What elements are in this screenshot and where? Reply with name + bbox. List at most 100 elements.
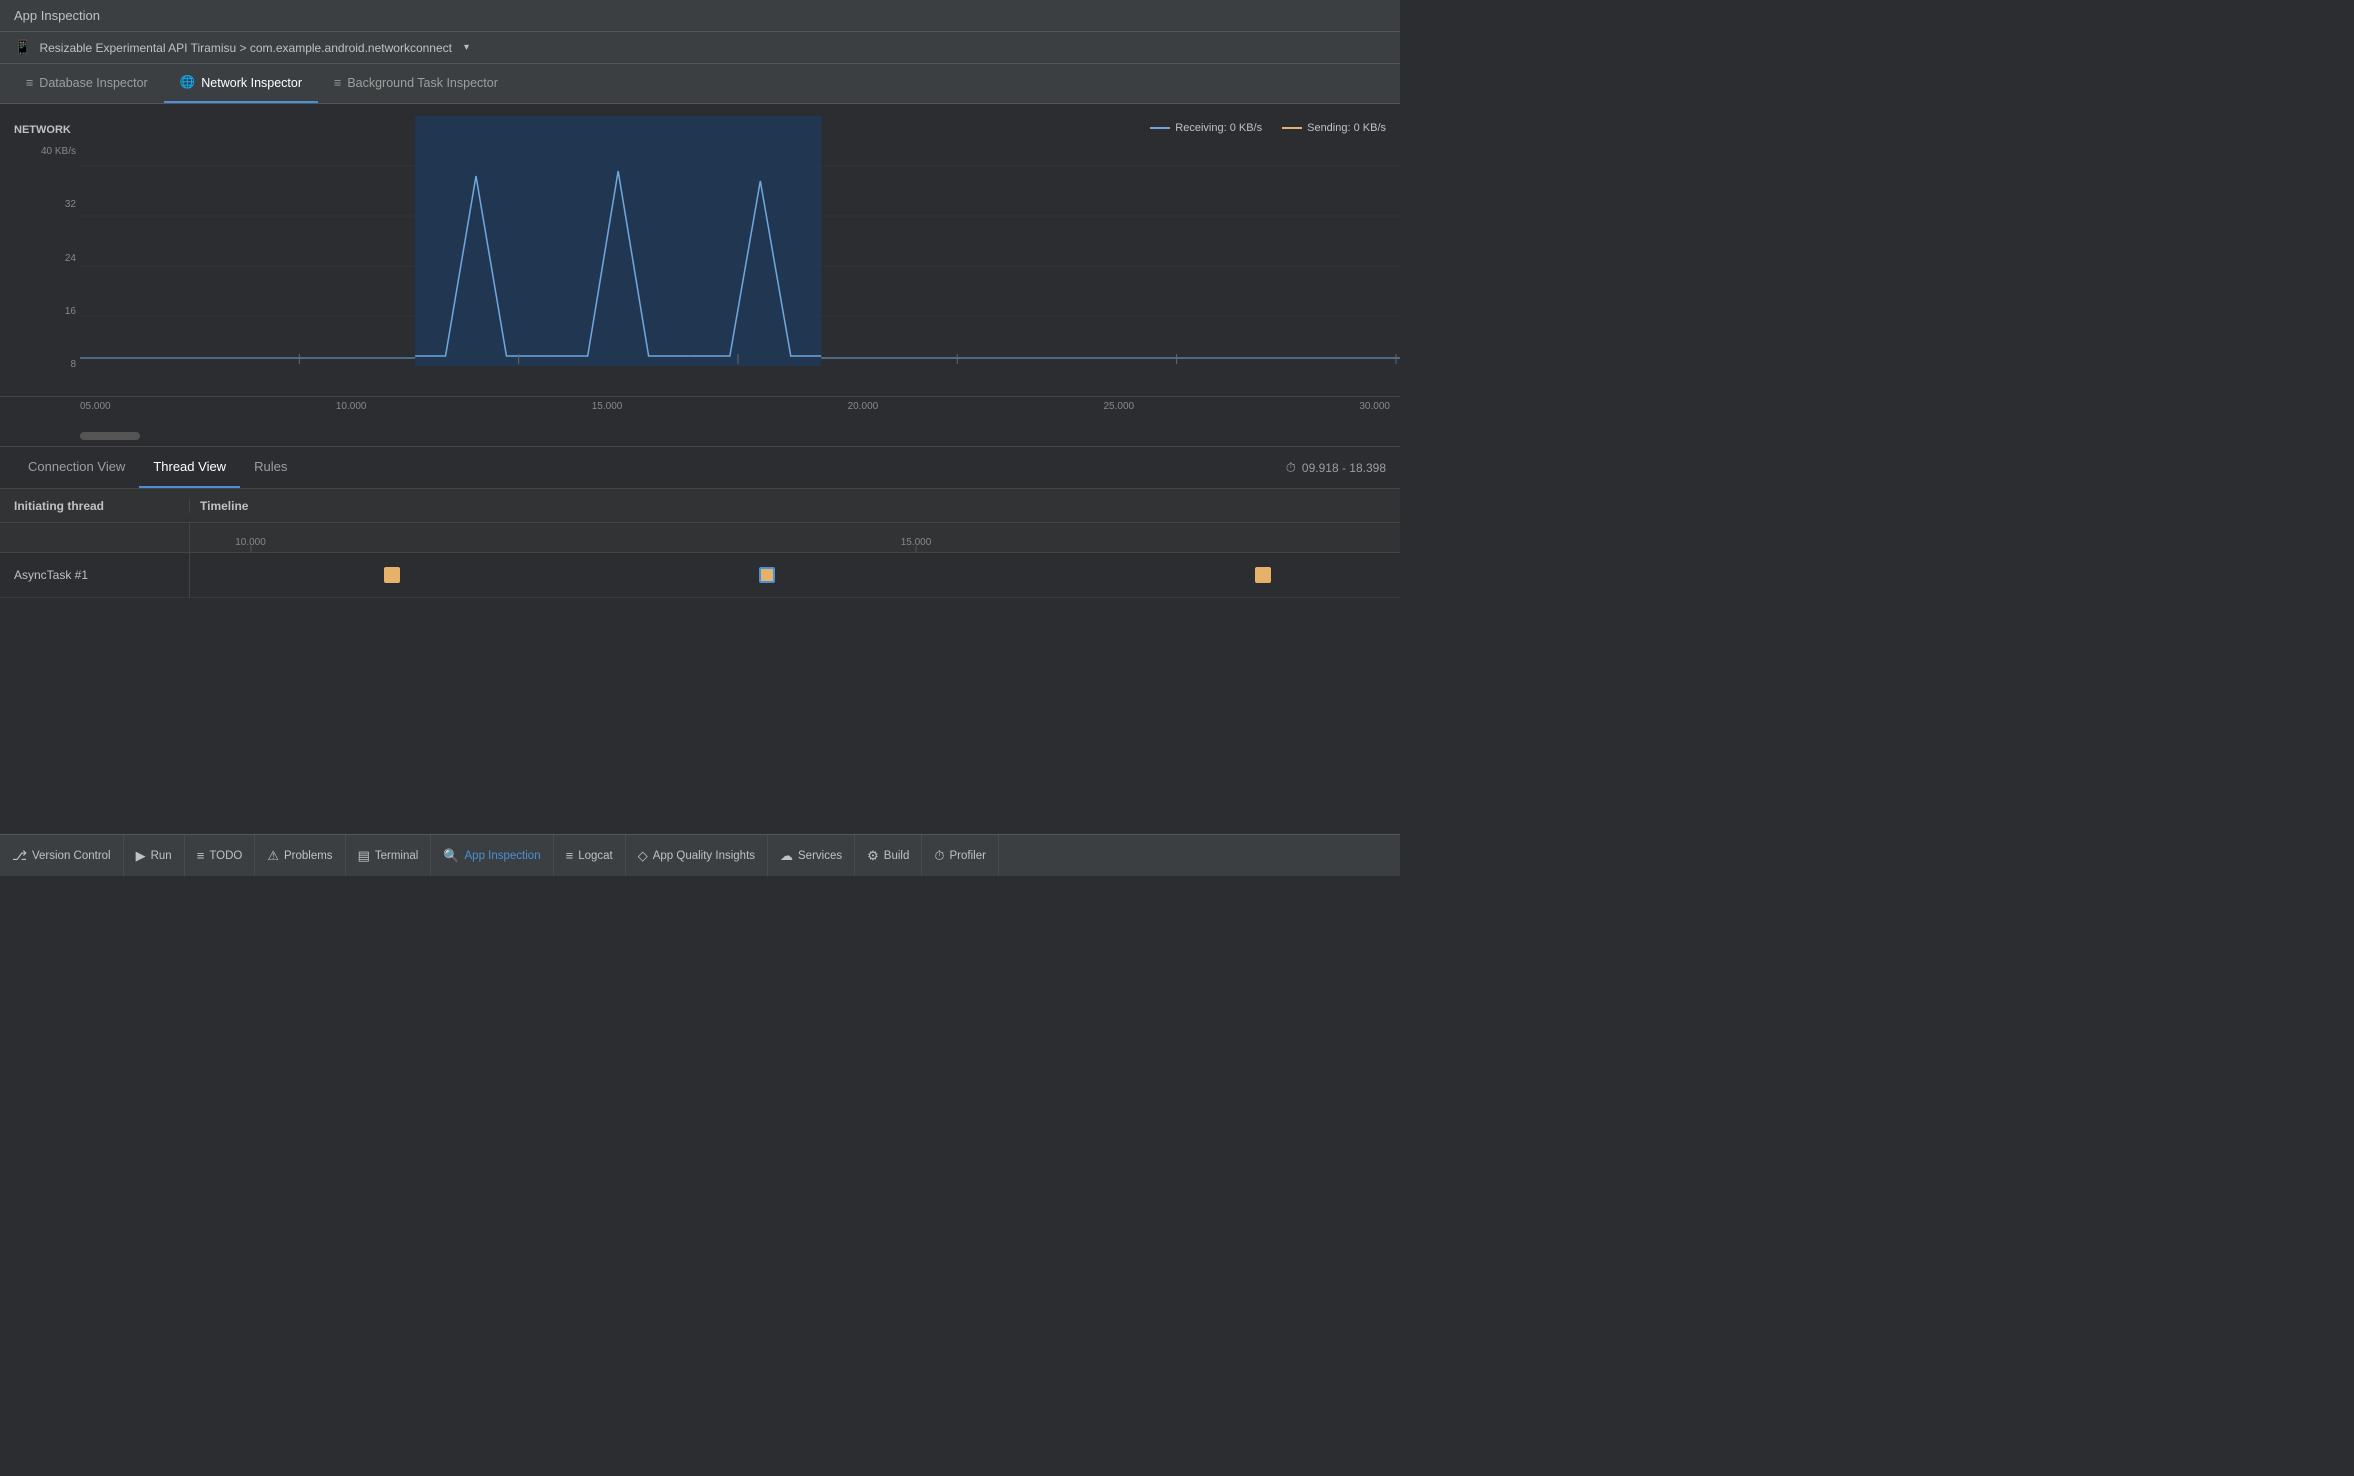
init-spacer	[0, 523, 190, 552]
thread-timeline	[190, 553, 1400, 597]
y-tick-32: 32	[14, 199, 80, 210]
task-block-2[interactable]	[759, 567, 775, 583]
tab-database-inspector[interactable]: ≡ Database Inspector	[10, 64, 164, 103]
toolbar-version-control[interactable]: ⎇ Version Control	[0, 835, 124, 876]
device-bar: 📱 Resizable Experimental API Tiramisu > …	[0, 32, 1400, 64]
version-control-label: Version Control	[32, 850, 111, 862]
x-tick-0: 05.000	[80, 401, 111, 412]
x-tick-5: 30.000	[1359, 401, 1390, 412]
toolbar-problems[interactable]: ⚠ Problems	[255, 835, 345, 876]
device-label: Resizable Experimental API Tiramisu > co…	[39, 41, 452, 55]
y-axis: NETWORK 40 KB/s 32 24 16 8	[0, 116, 80, 396]
run-label: Run	[151, 850, 172, 862]
logcat-icon: ≡	[566, 848, 574, 863]
tick-line-15	[916, 546, 917, 552]
toolbar-app-quality[interactable]: ◇ App Quality Insights	[626, 835, 768, 876]
toolbar-todo[interactable]: ≡ TODO	[185, 835, 256, 876]
x-ticks: 05.000 10.000 15.000 20.000 25.000 30.00…	[80, 397, 1400, 412]
chart-title: NETWORK	[14, 124, 71, 136]
y-ticks: 40 KB/s 32 24 16 8	[14, 146, 80, 370]
network-inspector-label: Network Inspector	[201, 76, 302, 90]
scrollbar[interactable]	[80, 432, 140, 440]
app-inspection-icon: 🔍	[443, 848, 459, 864]
legend-receiving: Receiving: 0 KB/s	[1150, 122, 1262, 134]
x-tick-2: 15.000	[592, 401, 623, 412]
tab-connection-view[interactable]: Connection View	[14, 447, 139, 488]
y-tick-16: 16	[14, 306, 80, 317]
terminal-icon: ▤	[358, 848, 370, 864]
toolbar-logcat[interactable]: ≡ Logcat	[554, 835, 626, 876]
sending-line-icon	[1282, 127, 1302, 129]
network-inspector-icon: 🌐	[180, 75, 196, 90]
app-quality-icon: ◇	[638, 848, 648, 864]
toolbar-app-inspection[interactable]: 🔍 App Inspection	[431, 835, 553, 876]
toolbar-run[interactable]: ▶ Run	[124, 835, 185, 876]
tab-thread-view[interactable]: Thread View	[139, 447, 240, 488]
tab-network-inspector[interactable]: 🌐 Network Inspector	[164, 64, 318, 103]
y-tick-40: 40 KB/s	[14, 146, 80, 157]
x-axis: 05.000 10.000 15.000 20.000 25.000 30.00…	[0, 396, 1400, 426]
sending-label: Sending: 0 KB/s	[1307, 122, 1386, 134]
view-tabs-bar: Connection View Thread View Rules ⏱ 09.9…	[0, 447, 1400, 489]
legend-sending: Sending: 0 KB/s	[1282, 122, 1386, 134]
timeline-ruler-row: 10.000 15.000	[0, 523, 1400, 553]
toolbar-build[interactable]: ⚙ Build	[855, 835, 922, 876]
timeline-time-axis: 10.000 15.000	[190, 523, 1400, 552]
dropdown-arrow-icon: ▾	[464, 42, 469, 53]
header-timeline: Timeline	[190, 499, 1400, 513]
x-tick-4: 25.000	[1104, 401, 1135, 412]
chart-legend: Receiving: 0 KB/s Sending: 0 KB/s	[1150, 122, 1386, 134]
tab-background-inspector[interactable]: ≡ Background Task Inspector	[318, 64, 514, 103]
clock-icon: ⏱	[1286, 460, 1296, 476]
rules-label: Rules	[254, 459, 287, 474]
app-quality-label: App Quality Insights	[653, 850, 755, 862]
task-block-1[interactable]	[384, 567, 400, 583]
toolbar-profiler[interactable]: ⏱ Profiler	[922, 835, 999, 876]
problems-label: Problems	[284, 850, 333, 862]
receiving-line-icon	[1150, 127, 1170, 129]
scrollbar-area	[0, 426, 1400, 446]
thread-table-header: Initiating thread Timeline	[0, 489, 1400, 523]
profiler-label: Profiler	[950, 850, 986, 862]
toolbar-services[interactable]: ☁ Services	[768, 835, 855, 876]
header-initiating-thread: Initiating thread	[0, 499, 190, 513]
services-label: Services	[798, 850, 842, 862]
chart-main: Receiving: 0 KB/s Sending: 0 KB/s	[80, 116, 1400, 396]
toolbar-terminal[interactable]: ▤ Terminal	[346, 835, 432, 876]
todo-label: TODO	[209, 850, 242, 862]
device-selector[interactable]: 📱 Resizable Experimental API Tiramisu > …	[14, 39, 469, 56]
database-inspector-label: Database Inspector	[39, 76, 147, 90]
background-inspector-label: Background Task Inspector	[347, 76, 498, 90]
build-label: Build	[884, 850, 910, 862]
spacer	[0, 104, 1400, 116]
thread-view-label: Thread View	[153, 459, 226, 474]
y-tick-24: 24	[14, 253, 80, 264]
version-control-icon: ⎇	[12, 848, 27, 864]
profiler-icon: ⏱	[934, 848, 944, 864]
task-block-3[interactable]	[1255, 567, 1271, 583]
x-tick-3: 20.000	[848, 401, 879, 412]
build-icon: ⚙	[867, 848, 879, 864]
connection-view-label: Connection View	[28, 459, 125, 474]
thread-name: AsyncTask #1	[0, 553, 190, 597]
background-inspector-icon: ≡	[334, 76, 341, 90]
time-range: ⏱ 09.918 - 18.398	[1286, 460, 1386, 476]
todo-icon: ≡	[197, 848, 205, 863]
table-row: AsyncTask #1	[0, 553, 1400, 598]
terminal-label: Terminal	[375, 850, 418, 862]
logcat-label: Logcat	[578, 850, 613, 862]
bottom-toolbar: ⎇ Version Control ▶ Run ≡ TODO ⚠ Problem…	[0, 834, 1400, 876]
y-tick-8: 8	[14, 359, 80, 370]
receiving-label: Receiving: 0 KB/s	[1175, 122, 1262, 134]
run-icon: ▶	[136, 848, 146, 864]
tab-rules[interactable]: Rules	[240, 447, 301, 488]
title-bar: App Inspection	[0, 0, 1400, 32]
database-inspector-icon: ≡	[26, 76, 33, 90]
inspector-tabs: ≡ Database Inspector 🌐 Network Inspector…	[0, 64, 1400, 104]
chart-container: NETWORK 40 KB/s 32 24 16 8 Receiving: 0 …	[0, 116, 1400, 396]
network-chart-area: NETWORK 40 KB/s 32 24 16 8 Receiving: 0 …	[0, 116, 1400, 446]
time-range-value: 09.918 - 18.398	[1302, 461, 1386, 475]
tick-line-10	[250, 546, 251, 552]
network-chart-svg	[80, 116, 1400, 366]
app-title: App Inspection	[14, 8, 100, 23]
